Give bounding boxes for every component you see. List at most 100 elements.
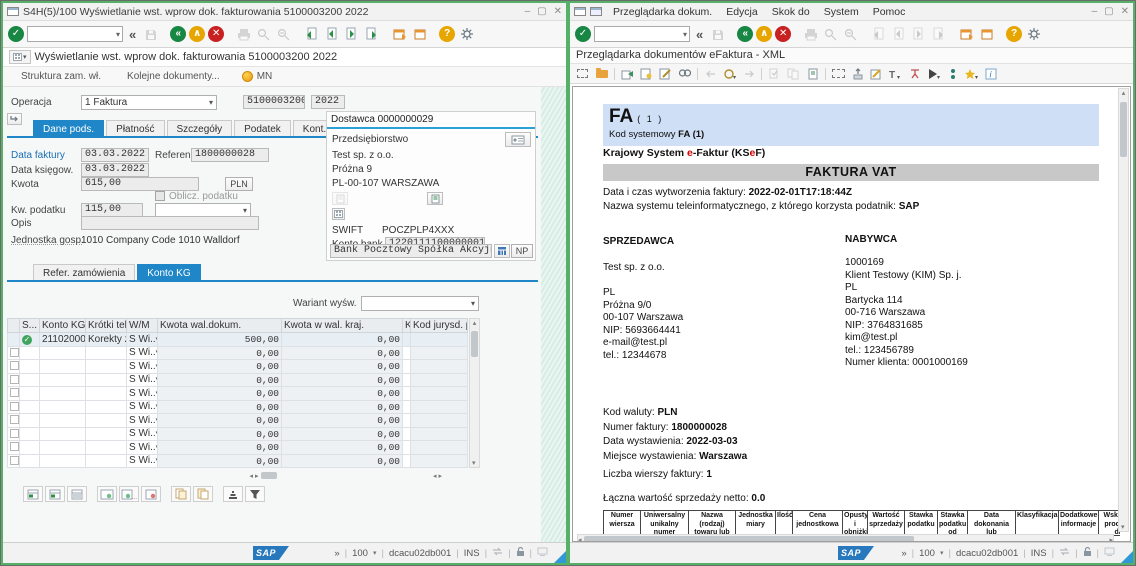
menu-item[interactable]: Skok do [765,5,817,19]
col-status[interactable]: S... [20,318,40,333]
header-tab[interactable]: Dane pods. [33,120,104,136]
filter-icon[interactable] [245,486,265,502]
previous-page-icon[interactable] [323,26,340,42]
cell-wm[interactable]: S Wi..▾ [127,360,158,374]
insert-mode[interactable]: INS [464,548,480,559]
copy-icon[interactable] [171,486,191,502]
shortcut-icon[interactable] [978,26,995,42]
gui-menu-icon[interactable] [590,7,602,16]
cell-kwota-kraj[interactable]: 0,00 [282,441,403,455]
command-field[interactable]: ▾ [27,26,123,42]
status-expand-icon[interactable]: » [334,548,339,559]
cell-wm[interactable]: S Wi..▾ [127,455,158,469]
cell-kwota-dok[interactable]: 0,00 [158,374,282,388]
help-button[interactable]: ? [439,26,455,42]
cell-konto[interactable] [40,360,86,374]
col-konto[interactable]: Konto KG [40,318,86,333]
open-folder-icon[interactable] [593,66,610,81]
text-format-icon[interactable]: T▾ [887,66,904,81]
insert-mode[interactable]: INS [1031,548,1047,559]
first-page-icon[interactable] [303,26,320,42]
new-session-icon[interactable] [391,26,408,42]
vendor-grid-icon[interactable] [332,208,345,220]
opis-field[interactable] [81,216,259,230]
cell-kwota-kraj[interactable]: 0,00 [282,347,403,361]
header-tab[interactable]: Podatek [234,120,291,136]
back-button[interactable]: « [737,26,753,42]
highlight-icon[interactable] [868,66,885,81]
row-select-cell[interactable] [7,347,20,361]
insert-row-icon[interactable] [23,486,43,502]
cell-konto[interactable] [40,387,86,401]
command-dropdown-icon[interactable]: ▾ [681,30,689,39]
customize-icon[interactable] [458,26,475,42]
cell-wm[interactable]: S Wi..▾ [127,374,158,388]
cell-kwota-dok[interactable]: 0,00 [158,387,282,401]
row-checkbox[interactable] [10,388,19,397]
document-number-field[interactable]: 5100003200 [243,95,305,109]
np-button[interactable]: NP [511,244,533,258]
close-button[interactable]: ✕ [554,6,562,17]
table-vertical-scrollbar[interactable]: ▴▾ [469,318,480,468]
row-checkbox[interactable] [10,402,19,411]
cell-k[interactable] [403,360,411,374]
cell-kwota-dok[interactable]: 500,00 [158,333,282,347]
cell-kwota-kraj[interactable]: 0,00 [282,428,403,442]
table-layout-icon[interactable] [7,318,20,333]
help-button[interactable]: ? [1006,26,1022,42]
cell-kwota-kraj[interactable]: 0,00 [282,374,403,388]
row-select-cell[interactable] [7,333,20,347]
edit-icon[interactable] [657,66,674,81]
cell-k[interactable] [403,414,411,428]
zoom-level[interactable]: 100 [352,548,368,559]
cell-wm[interactable]: S Wi..▾ [127,387,158,401]
last-page-icon[interactable] [363,26,380,42]
sort-entries-icon[interactable] [944,66,961,81]
new-document-icon[interactable] [574,66,591,81]
exit-button[interactable]: ∧ [189,26,205,42]
cancel-button[interactable]: ✕ [775,26,791,42]
address-button[interactable] [505,132,531,147]
table-horizontal-scrollbar[interactable]: ◂▸ [153,470,373,481]
cell-kwota-kraj[interactable]: 0,00 [282,360,403,374]
cell-jurysd[interactable] [411,387,468,401]
row-select-cell[interactable] [7,401,20,415]
item-tab[interactable]: Konto KG [137,264,200,280]
row-checkbox[interactable] [10,415,19,424]
cancel-button[interactable]: ✕ [208,26,224,42]
resize-corner[interactable] [554,551,566,563]
calculator-icon[interactable] [494,244,510,258]
window-menu-icon[interactable] [574,7,586,16]
menu-item[interactable]: System [817,5,866,19]
status-expand-icon[interactable]: » [901,548,906,559]
cell-jurysd[interactable] [411,428,468,442]
document-icon[interactable] [804,66,821,81]
cell-jurysd[interactable] [411,374,468,388]
kolejne-dokumenty-button[interactable]: Kolejne dokumenty... [123,70,224,83]
col-kwota-dok[interactable]: Kwota wal.dokum. [158,318,282,333]
row-select-cell[interactable] [7,428,20,442]
content-horizontal-scrollbar[interactable]: ◂▸ [577,534,1114,542]
delete-row-icon[interactable] [45,486,65,502]
col-k[interactable]: K.. [403,318,411,333]
favorites-icon[interactable]: ▾ [963,66,980,81]
minimize-button[interactable]: – [1092,6,1098,17]
cell-konto[interactable] [40,441,86,455]
command-input[interactable] [28,27,114,41]
operacja-select[interactable]: 1 Faktura▾ [81,95,217,110]
close-button[interactable]: ✕ [1121,6,1129,17]
find-icon[interactable] [676,66,693,81]
shortcut-icon[interactable] [411,26,428,42]
resize-corner[interactable] [1121,551,1133,563]
command-input[interactable] [595,27,681,41]
cell-kwota-kraj[interactable]: 0,00 [282,387,403,401]
cell-kwota-kraj[interactable]: 0,00 [282,333,403,347]
select-all-icon[interactable] [97,486,117,502]
cell-wm[interactable]: S Wi..▾ [127,428,158,442]
row-checkbox[interactable] [10,442,19,451]
kwota-field[interactable]: 615,00 [81,177,199,191]
collapse-command-icon[interactable]: « [126,27,139,42]
window-menu-icon[interactable] [7,7,19,16]
deselect-all-icon[interactable] [141,486,161,502]
currency-display[interactable]: MN [242,71,273,82]
